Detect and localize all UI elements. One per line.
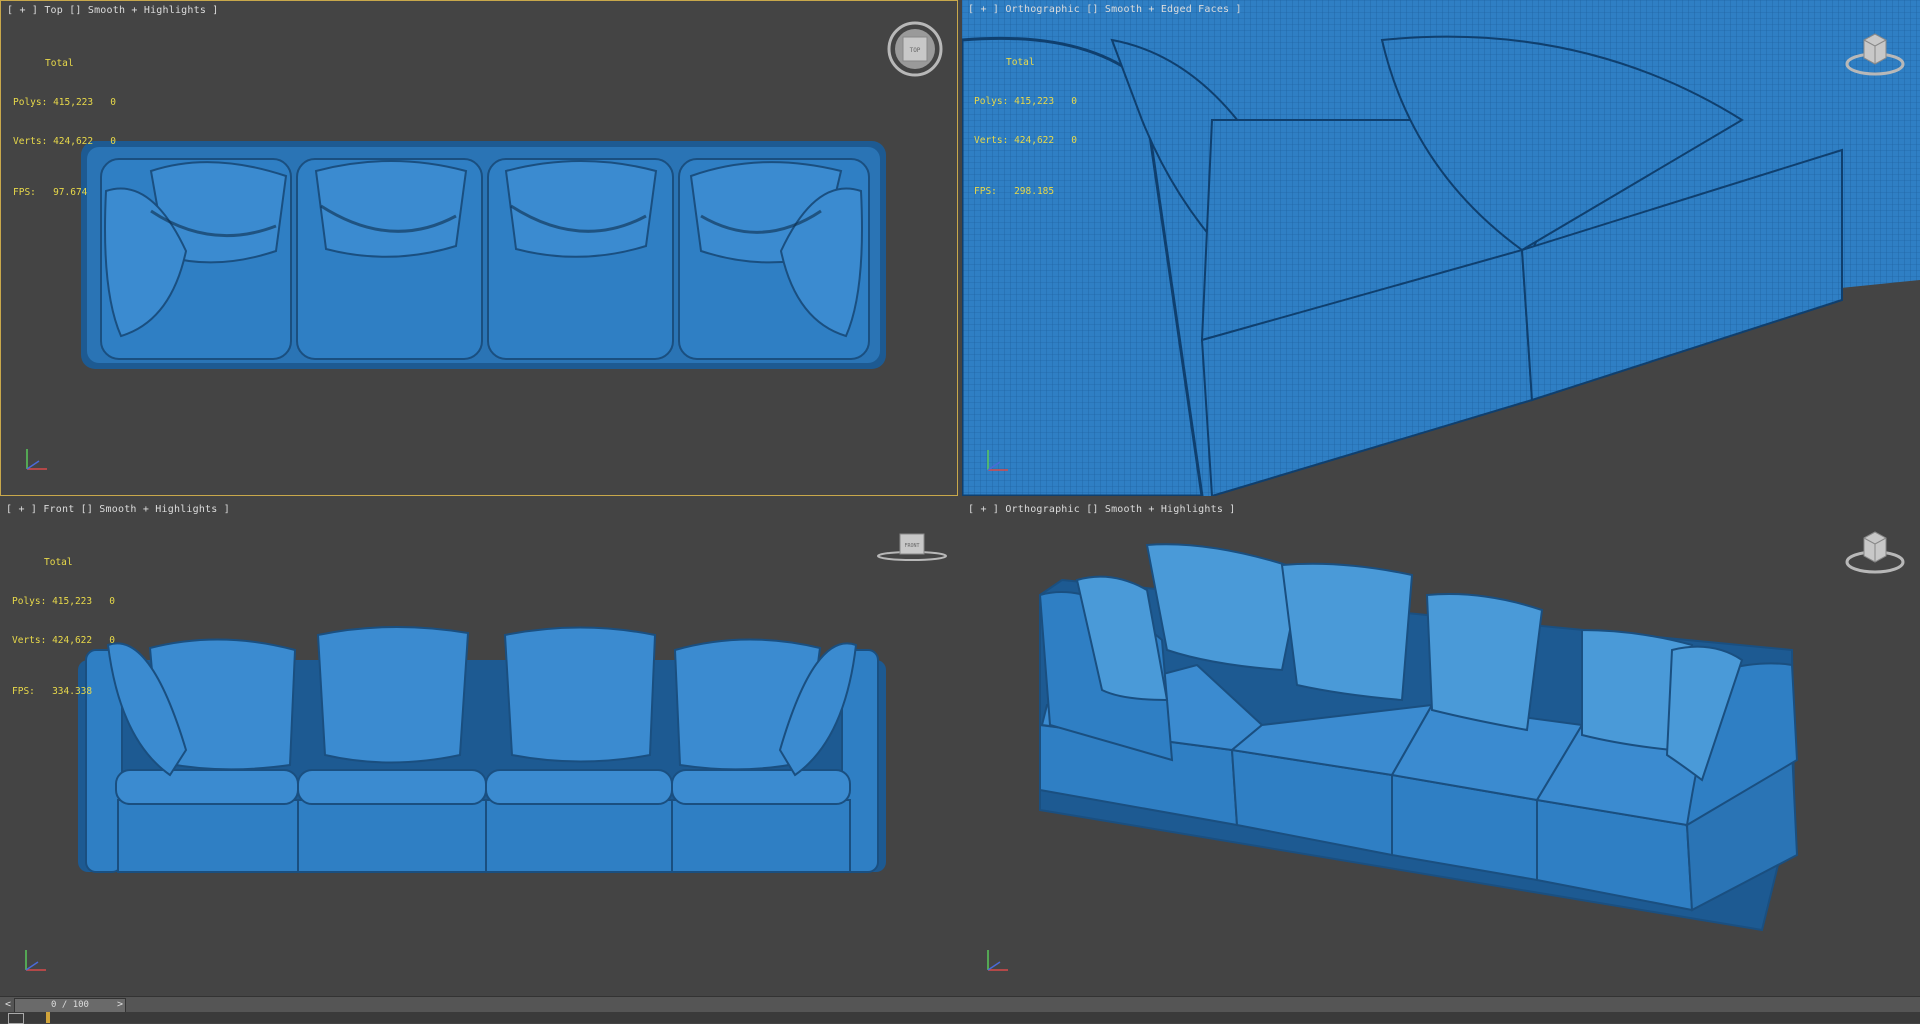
- track-bar-icon[interactable]: [8, 1013, 24, 1024]
- viewport-label[interactable]: [ + ] Orthographic [] Smooth + Edged Fac…: [968, 4, 1242, 15]
- axis-gizmo-icon: [26, 449, 47, 470]
- sofa-perspective-view: [1038, 543, 1799, 932]
- stats-overlay: Total Polys: 415,223 0 Verts: 424,622 0 …: [12, 530, 115, 724]
- axis-gizmo-icon: [25, 950, 46, 971]
- viewcube-icon[interactable]: [1842, 522, 1908, 578]
- viewcube-icon[interactable]: [1842, 22, 1908, 82]
- current-frame-marker[interactable]: [46, 1012, 50, 1023]
- stats-header: Total: [44, 557, 73, 568]
- next-frame-button[interactable]: >: [114, 998, 126, 1011]
- stats-header: Total: [1006, 57, 1035, 68]
- prev-frame-button[interactable]: <: [2, 998, 14, 1011]
- stats-fps: FPS: 334.338: [12, 686, 93, 697]
- viewport-orthographic[interactable]: [ + ] Orthographic [] Smooth + Highlight…: [962, 500, 1920, 996]
- axis-gizmo-icon: [987, 450, 1008, 471]
- axis-gizmo-icon: [987, 950, 1008, 971]
- stats-verts: Verts: 424,622 0: [974, 135, 1078, 146]
- viewport-label[interactable]: [ + ] Front [] Smooth + Highlights ]: [6, 504, 230, 515]
- stats-verts: Verts: 424,622 0: [12, 635, 116, 646]
- sofa-closeup-wireframe: [962, 0, 1920, 496]
- viewport-orthographic-edged[interactable]: [ + ] Orthographic [] Smooth + Edged Fac…: [962, 0, 1920, 496]
- sofa-front-view: [78, 625, 886, 873]
- viewport-menu[interactable]: [ + ] Orthographic [] Smooth + Highlight…: [968, 504, 1235, 515]
- viewport-menu[interactable]: [ + ] Orthographic [] Smooth + Edged Fac…: [968, 4, 1242, 15]
- viewport-label[interactable]: [ + ] Top [] Smooth + Highlights ]: [7, 5, 219, 16]
- viewport-label[interactable]: [ + ] Orthographic [] Smooth + Highlight…: [968, 504, 1235, 515]
- stats-overlay: Total Polys: 415,223 0 Verts: 424,622 0 …: [974, 30, 1077, 224]
- viewport-front[interactable]: [ + ] Front [] Smooth + Highlights ] Tot…: [0, 500, 958, 996]
- stats-fps: FPS: 97.674: [13, 187, 88, 198]
- viewcube-icon[interactable]: FRONT: [876, 528, 948, 562]
- stats-fps: FPS: 298.185: [974, 186, 1055, 197]
- track-bar[interactable]: [0, 1012, 1920, 1024]
- viewcube-label: TOP: [910, 47, 921, 54]
- viewport-top[interactable]: [ + ] Top [] Smooth + Highlights ] Total…: [0, 0, 958, 496]
- stats-polys: Polys: 415,223 0: [12, 596, 116, 607]
- time-slider-bar: < 0 / 100 >: [0, 996, 1920, 1013]
- stats-overlay: Total Polys: 415,223 0 Verts: 424,622 0 …: [13, 31, 116, 225]
- time-slider[interactable]: 0 / 100: [14, 998, 126, 1013]
- stats-verts: Verts: 424,622 0: [13, 136, 117, 147]
- viewcube-icon[interactable]: TOP: [885, 19, 945, 79]
- stats-polys: Polys: 415,223 0: [974, 96, 1078, 107]
- sofa-top-view: [81, 141, 886, 369]
- stats-header: Total: [45, 58, 74, 69]
- viewport-menu[interactable]: [ + ] Top [] Smooth + Highlights ]: [7, 5, 219, 16]
- stats-polys: Polys: 415,223 0: [13, 97, 117, 108]
- viewcube-label: FRONT: [904, 543, 919, 549]
- viewport-menu[interactable]: [ + ] Front [] Smooth + Highlights ]: [6, 504, 230, 515]
